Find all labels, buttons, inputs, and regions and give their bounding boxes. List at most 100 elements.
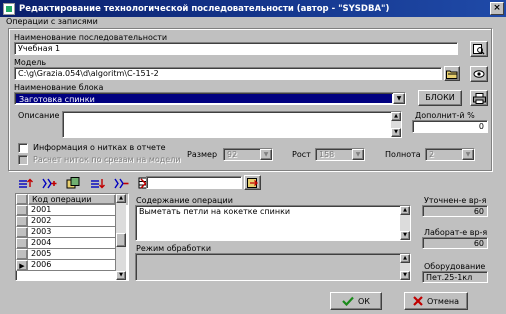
- arrow-right-icon: [246, 177, 258, 188]
- chevron-down-icon[interactable]: ▼: [352, 149, 364, 160]
- description-label: Описание: [18, 111, 60, 120]
- refined-time-value: 60: [422, 205, 488, 217]
- scroll-down-icon[interactable]: ▼: [391, 128, 401, 137]
- insert-row-icon: [42, 178, 57, 188]
- scroll-down-icon[interactable]: ▼: [116, 271, 126, 280]
- fullness-select[interactable]: 2 ▼: [425, 148, 475, 161]
- threads-info-label: Информация о нитках в отчете: [33, 143, 166, 152]
- size-select[interactable]: 92 ▼: [223, 148, 273, 161]
- op-code-cell[interactable]: 2005: [28, 249, 116, 260]
- operation-search-input[interactable]: [146, 176, 242, 189]
- operations-grid[interactable]: Код операции 2001 2002 2003 2004 2005 ▶ 2006: [15, 193, 129, 281]
- model-view-button[interactable]: [470, 66, 488, 82]
- magnify-icon: [473, 43, 485, 54]
- blocks-button-label: БЛОКИ: [425, 93, 455, 102]
- operation-content-scrollbar[interactable]: ▲ ▼: [400, 206, 410, 240]
- move-button[interactable]: [88, 176, 107, 190]
- insert-row-button[interactable]: [40, 176, 59, 190]
- lab-time-label: Лаборат-е вр-я: [424, 228, 488, 237]
- print-button[interactable]: [470, 90, 488, 106]
- description-scrollbar[interactable]: ▲ ▼: [391, 112, 401, 137]
- operations-toolbar: [16, 176, 155, 190]
- operations-scrollbar[interactable]: ▲ ▼: [116, 194, 126, 280]
- table-row[interactable]: 2001: [16, 205, 128, 216]
- printer-icon: [472, 92, 486, 104]
- size-label: Размер: [187, 150, 218, 159]
- processing-mode-textarea[interactable]: [135, 253, 411, 281]
- scroll-up-icon[interactable]: ▲: [400, 206, 410, 215]
- scroll-thumb[interactable]: [116, 233, 126, 247]
- chevron-down-icon[interactable]: ▼: [462, 149, 474, 160]
- ok-button[interactable]: ОК: [330, 292, 382, 310]
- delete-row-button[interactable]: [112, 176, 131, 190]
- table-row[interactable]: 2002: [16, 216, 128, 227]
- threads-info-checkbox[interactable]: [18, 143, 28, 153]
- block-name-select[interactable]: Заготовка спинки ▼: [14, 92, 406, 105]
- extra-percent-label: Дополнит-й %: [415, 111, 475, 120]
- op-code-cell[interactable]: 2003: [28, 227, 116, 238]
- window-title: Редактирование технологической последова…: [19, 3, 390, 14]
- delete-row-icon: [114, 178, 129, 188]
- row-indicator[interactable]: [16, 249, 28, 260]
- grid-corner: [16, 194, 28, 205]
- sequence-search-button[interactable]: [470, 41, 488, 57]
- extra-percent-input[interactable]: 0: [412, 120, 488, 133]
- window-titlebar: Редактирование технологической последова…: [0, 0, 506, 17]
- threads-calc-checkbox: [18, 155, 28, 165]
- add-row-icon: [19, 178, 33, 188]
- equipment-value: Пет.25-1кл: [422, 271, 488, 283]
- chevron-down-icon[interactable]: ▼: [393, 93, 405, 104]
- scroll-up-icon[interactable]: ▲: [400, 254, 410, 263]
- open-folder-icon: [446, 70, 458, 79]
- op-code-cell[interactable]: 2004: [28, 238, 116, 249]
- scroll-down-icon[interactable]: ▼: [400, 271, 410, 280]
- operation-content-label: Содержание операции: [136, 196, 233, 205]
- description-textarea[interactable]: [62, 111, 402, 138]
- threads-calc-label: Расчет ниток по срезам на модели: [33, 155, 181, 164]
- block-name-label: Наименование блока: [14, 83, 104, 92]
- sequence-name-input[interactable]: Учебная 1: [14, 42, 458, 55]
- blocks-button[interactable]: БЛОКИ: [418, 90, 462, 106]
- table-row[interactable]: 2003: [16, 227, 128, 238]
- fullness-label: Полнота: [385, 150, 421, 159]
- scroll-down-icon[interactable]: ▼: [400, 231, 410, 240]
- menu-records[interactable]: Операции с записями: [6, 17, 98, 26]
- operation-go-button[interactable]: [244, 175, 261, 190]
- close-icon: [413, 296, 423, 306]
- scroll-up-icon[interactable]: ▲: [391, 112, 401, 121]
- cancel-button[interactable]: Отмена: [404, 292, 468, 310]
- height-select[interactable]: 158 ▼: [315, 148, 365, 161]
- row-indicator[interactable]: [16, 238, 28, 249]
- processing-mode-scrollbar[interactable]: ▲ ▼: [400, 254, 410, 280]
- move-icon: [91, 178, 105, 188]
- height-label: Рост: [292, 150, 311, 159]
- app-icon: [3, 2, 15, 15]
- copy-button[interactable]: [64, 176, 83, 190]
- row-indicator[interactable]: [16, 205, 28, 216]
- op-code-cell[interactable]: 2006: [28, 260, 116, 271]
- model-path-input[interactable]: C:\g\Grazia.054\d\algoritm\C-151-2: [14, 67, 442, 80]
- chevron-down-icon[interactable]: ▼: [260, 149, 272, 160]
- operation-content-textarea[interactable]: Выметать петли на кокетке спинки: [135, 205, 411, 241]
- scroll-up-icon[interactable]: ▲: [116, 194, 126, 203]
- add-row-button[interactable]: [16, 176, 35, 190]
- row-indicator[interactable]: ▶: [16, 260, 28, 271]
- table-row[interactable]: 2005: [16, 249, 128, 260]
- row-indicator[interactable]: [16, 227, 28, 238]
- model-open-button[interactable]: [444, 66, 460, 81]
- equipment-label: Оборудование: [424, 262, 486, 271]
- operations-rows: 2001 2002 2003 2004 2005 ▶ 2006: [16, 205, 128, 271]
- cancel-button-label: Отмена: [426, 296, 460, 306]
- row-indicator[interactable]: [16, 216, 28, 227]
- close-button[interactable]: ×: [490, 2, 504, 15]
- height-value: 158: [319, 150, 335, 159]
- grid-header: Код операции: [16, 194, 128, 205]
- op-code-cell[interactable]: 2001: [28, 205, 116, 216]
- column-header-op-code[interactable]: Код операции: [28, 194, 116, 205]
- table-row[interactable]: ▶ 2006: [16, 260, 128, 271]
- refined-time-label: Уточнен-е вр-я: [424, 196, 487, 205]
- view-model-icon: [473, 70, 485, 78]
- table-row[interactable]: 2004: [16, 238, 128, 249]
- op-code-cell[interactable]: 2002: [28, 216, 116, 227]
- model-label: Модель: [14, 58, 47, 67]
